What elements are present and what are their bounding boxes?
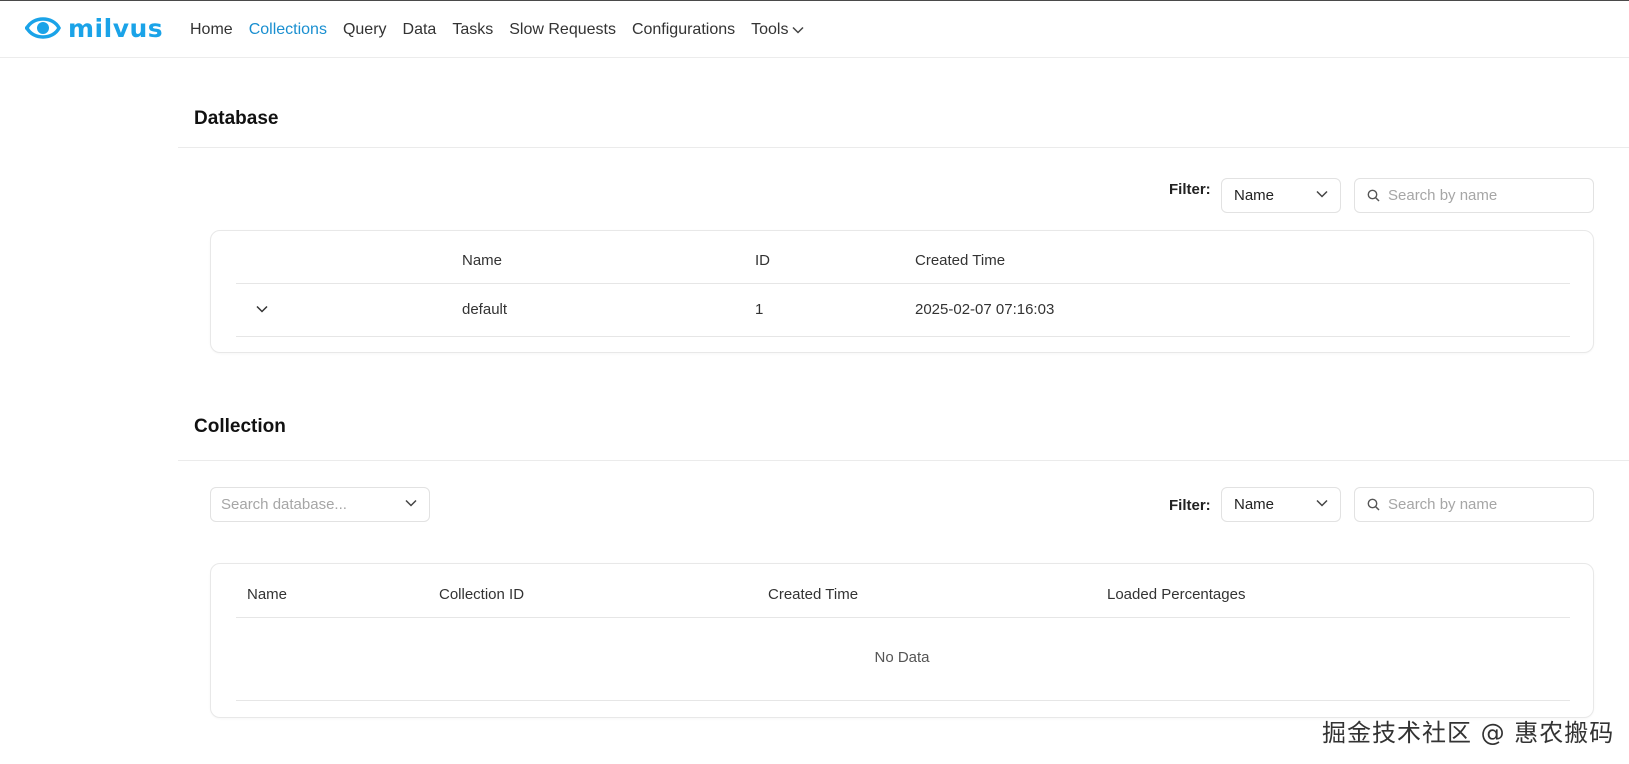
collection-table-card: Name Collection ID Created Time Loaded P… xyxy=(210,563,1594,718)
column-header-loaded-percentages[interactable]: Loaded Percentages xyxy=(1107,586,1245,603)
chevron-down-icon xyxy=(1316,499,1328,507)
column-header-name[interactable]: Name xyxy=(247,586,287,603)
nav-query[interactable]: Query xyxy=(343,21,387,39)
database-section-divider xyxy=(178,147,1629,148)
column-header-collection-id[interactable]: Collection ID xyxy=(439,586,524,603)
collection-section-title: Collection xyxy=(194,416,286,437)
column-header-id[interactable]: ID xyxy=(755,252,770,269)
database-section-title: Database xyxy=(194,108,279,129)
logo-text: milvus xyxy=(68,13,164,43)
database-search-combobox-input[interactable] xyxy=(221,496,396,513)
collection-database-select[interactable] xyxy=(210,487,430,522)
search-icon xyxy=(1367,498,1380,511)
header-divider xyxy=(236,617,1570,618)
nav-tasks[interactable]: Tasks xyxy=(452,21,493,39)
cell-created-time: 2025-02-07 07:16:03 xyxy=(915,301,1055,318)
milvus-eye-logo-icon xyxy=(25,17,61,39)
chevron-down-icon xyxy=(405,499,417,507)
empty-state-text: No Data xyxy=(874,649,930,666)
header-divider xyxy=(236,283,1570,284)
database-filter-label: Filter: xyxy=(1169,181,1211,198)
nav-tools-label: Tools xyxy=(751,20,789,38)
top-navbar: milvus Home Collections Query Data Tasks… xyxy=(0,1,1629,58)
nav-home[interactable]: Home xyxy=(190,21,233,39)
chevron-down-icon xyxy=(792,26,805,34)
column-header-created-time[interactable]: Created Time xyxy=(915,252,1005,269)
column-header-created-time[interactable]: Created Time xyxy=(768,586,858,603)
watermark: 掘金技术社区 @ 惠农搬码 xyxy=(1322,719,1615,747)
database-filter-value: Name xyxy=(1234,187,1275,204)
database-search-box[interactable] xyxy=(1354,178,1594,213)
collection-search-input[interactable] xyxy=(1388,496,1578,513)
cell-id: 1 xyxy=(755,301,764,318)
collection-filter-label: Filter: xyxy=(1169,497,1211,514)
collection-filter-value: Name xyxy=(1234,496,1275,513)
row-divider xyxy=(236,336,1570,337)
table-bottom-divider xyxy=(236,700,1570,701)
logo[interactable]: milvus xyxy=(25,12,163,44)
nav-slow-requests[interactable]: Slow Requests xyxy=(509,21,616,39)
cell-name: default xyxy=(462,301,508,318)
database-filter-select[interactable]: Name xyxy=(1221,178,1341,213)
database-table-card: Name ID Created Time default 1 2025-02-0… xyxy=(210,230,1594,353)
nav-data[interactable]: Data xyxy=(403,21,437,39)
collection-search-box[interactable] xyxy=(1354,487,1594,522)
nav-configurations[interactable]: Configurations xyxy=(632,21,735,39)
collection-filter-select[interactable]: Name xyxy=(1221,487,1341,522)
collection-section-divider xyxy=(178,460,1629,461)
nav-collections[interactable]: Collections xyxy=(249,21,327,39)
chevron-down-icon xyxy=(1316,190,1328,198)
database-search-input[interactable] xyxy=(1388,187,1578,204)
chevron-down-icon[interactable] xyxy=(256,305,268,313)
nav-tools[interactable]: Tools xyxy=(751,20,805,39)
column-header-name[interactable]: Name xyxy=(462,252,502,269)
search-icon xyxy=(1367,189,1380,202)
main-nav: Home Collections Query Data Tasks Slow R… xyxy=(190,1,820,58)
